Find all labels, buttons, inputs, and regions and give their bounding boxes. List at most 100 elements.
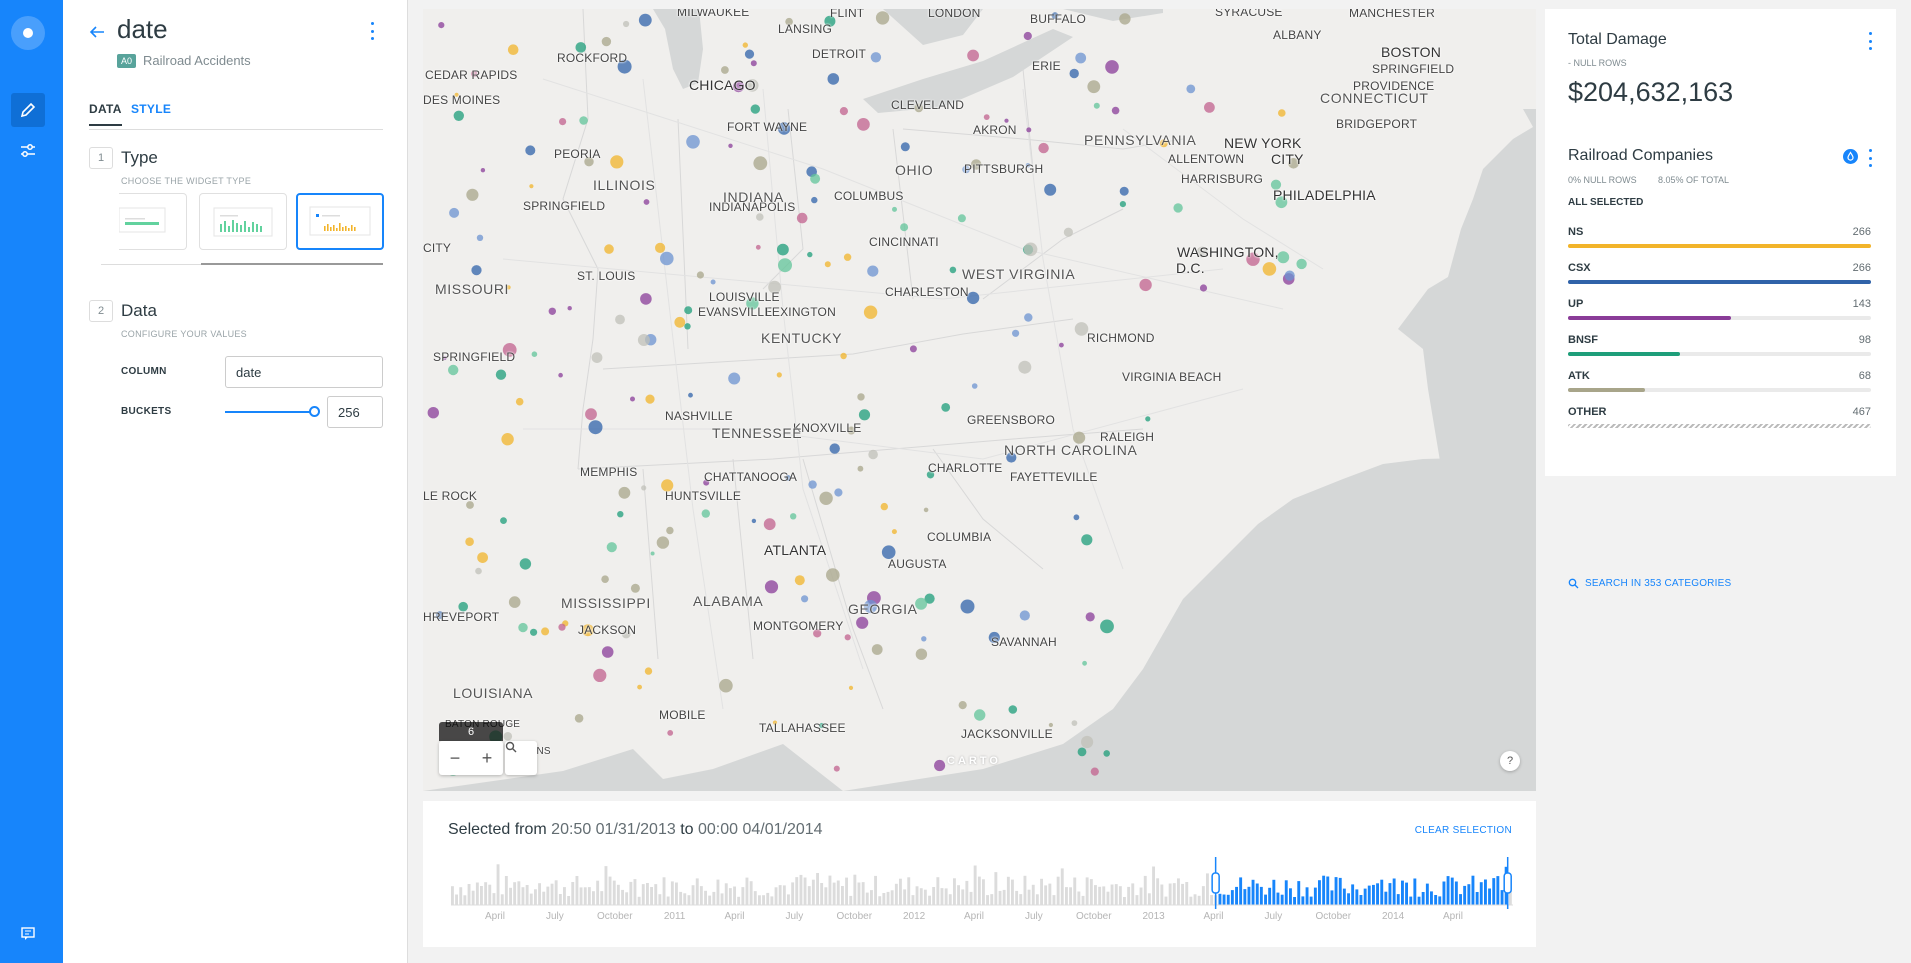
accident-point[interactable] [827, 73, 840, 85]
selection-end-handle[interactable] [1503, 872, 1512, 894]
accident-point[interactable] [1023, 242, 1038, 257]
accident-point[interactable] [1093, 102, 1100, 109]
accident-point[interactable] [684, 323, 691, 330]
accident-point[interactable] [1082, 660, 1087, 666]
all-selected-label[interactable]: ALL SELECTED [1568, 197, 1643, 208]
accident-point[interactable] [750, 60, 757, 67]
accident-point[interactable] [960, 599, 975, 614]
accident-point[interactable] [796, 212, 808, 224]
accident-point[interactable] [476, 234, 484, 241]
accident-point[interactable] [1119, 13, 1131, 25]
settings-button[interactable] [11, 134, 45, 168]
accident-point[interactable] [674, 316, 686, 328]
accident-point[interactable] [606, 542, 617, 553]
accident-point[interactable] [601, 575, 609, 583]
accident-point[interactable] [615, 314, 625, 325]
accident-point[interactable] [1119, 201, 1126, 208]
accident-point[interactable] [641, 485, 647, 491]
accident-point[interactable] [507, 44, 519, 55]
accident-point[interactable] [593, 668, 607, 683]
accident-point[interactable] [686, 135, 700, 149]
accident-point[interactable] [465, 537, 474, 546]
accident-point[interactable] [811, 196, 818, 204]
accident-point[interactable] [525, 145, 536, 156]
accident-point[interactable] [763, 518, 776, 531]
accident-point[interactable] [1100, 619, 1114, 634]
buckets-slider-track[interactable] [225, 411, 315, 413]
accident-point[interactable] [644, 667, 653, 675]
accident-point[interactable] [974, 709, 986, 721]
widget-type-formula[interactable] [199, 193, 287, 250]
accident-point[interactable] [794, 575, 805, 586]
widget-type-category[interactable] [118, 193, 187, 250]
accident-point[interactable] [1024, 313, 1033, 322]
accident-point[interactable] [1081, 534, 1093, 546]
accident-point[interactable] [856, 616, 869, 629]
accident-point[interactable] [574, 714, 584, 723]
accident-point[interactable] [449, 207, 460, 218]
accident-point[interactable] [891, 529, 897, 535]
accident-point[interactable] [477, 552, 488, 563]
accident-point[interactable] [755, 244, 761, 250]
accident-point[interactable] [857, 118, 870, 131]
accident-point[interactable] [519, 558, 532, 570]
accident-point[interactable] [688, 392, 693, 398]
accident-point[interactable] [1284, 270, 1295, 281]
accident-point[interactable] [438, 22, 445, 29]
accident-point[interactable] [579, 116, 588, 125]
accident-point[interactable] [518, 622, 528, 633]
accident-point[interactable] [833, 765, 840, 772]
accident-point[interactable] [541, 627, 550, 636]
accident-point[interactable] [941, 403, 951, 412]
carto-attribution[interactable]: CARTO [947, 755, 1001, 767]
accident-point[interactable] [1019, 610, 1030, 621]
accident-point[interactable] [448, 364, 459, 376]
help-button[interactable]: ? [1500, 751, 1520, 771]
accident-point[interactable] [475, 567, 482, 575]
accident-point[interactable] [1087, 80, 1101, 94]
accident-point[interactable] [1105, 60, 1119, 74]
accident-point[interactable] [744, 49, 755, 59]
accident-point[interactable] [630, 396, 635, 402]
accident-point[interactable] [934, 759, 946, 772]
selection-start-handle[interactable] [1211, 872, 1220, 894]
accident-point[interactable] [1186, 84, 1196, 94]
accident-point[interactable] [776, 372, 782, 378]
accident-point[interactable] [867, 265, 879, 277]
edit-layers-button[interactable] [11, 93, 45, 127]
accident-point[interactable] [764, 580, 779, 594]
accident-point[interactable] [660, 251, 674, 266]
accident-point[interactable] [1145, 416, 1151, 422]
accident-point[interactable] [844, 634, 851, 641]
feedback-button[interactable] [11, 916, 45, 950]
accident-point[interactable] [1119, 186, 1129, 196]
accident-point[interactable] [495, 369, 507, 380]
accident-point[interactable] [750, 104, 760, 114]
accident-point[interactable] [1075, 52, 1087, 64]
accident-point[interactable] [515, 397, 524, 406]
accident-point[interactable] [1199, 284, 1208, 292]
accident-point[interactable] [588, 420, 603, 435]
accident-point[interactable] [637, 684, 642, 690]
accident-point[interactable] [957, 214, 966, 223]
accident-point[interactable] [728, 372, 741, 385]
category-row[interactable]: NS 266 [1568, 226, 1871, 256]
railroad-companies-options-icon[interactable] [1867, 149, 1873, 167]
accident-point[interactable] [728, 143, 733, 148]
accident-point[interactable] [604, 244, 614, 254]
map-view[interactable]: CHICAGO MILWAUKEE FLINT LONDON BUFFALO S… [423, 9, 1536, 791]
accident-point[interactable] [742, 42, 748, 48]
accident-point[interactable] [585, 408, 597, 421]
accident-point[interactable] [530, 628, 538, 636]
accident-point[interactable] [471, 265, 482, 276]
accident-point[interactable] [900, 142, 910, 152]
category-row[interactable]: ATK 68 [1568, 370, 1871, 400]
accident-point[interactable] [640, 293, 652, 305]
accident-point[interactable] [1038, 142, 1049, 154]
accident-point[interactable] [834, 488, 843, 497]
accident-point[interactable] [719, 678, 733, 693]
accident-point[interactable] [558, 623, 566, 631]
accident-point[interactable] [508, 596, 521, 608]
accident-point[interactable] [601, 36, 612, 47]
accident-point[interactable] [548, 307, 556, 315]
